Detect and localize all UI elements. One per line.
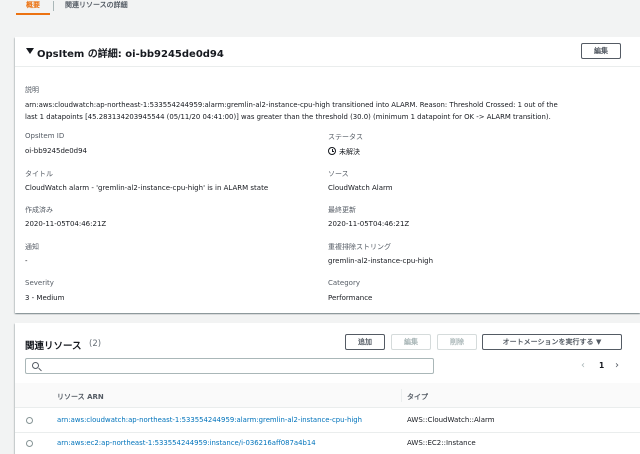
- search-input[interactable]: [44, 360, 429, 372]
- related-resources-count: (2): [89, 339, 102, 349]
- clock-icon: [328, 147, 336, 155]
- description-label: 説明: [25, 86, 39, 94]
- tab-related-resource-details[interactable]: 関連リソースの詳細: [65, 0, 128, 15]
- title-label: タイトル: [25, 170, 53, 178]
- dedup-string-label: 重複排除ストリング: [328, 243, 391, 251]
- table-row[interactable]: arn:aws:cloudwatch:ap-northeast-1:533554…: [15, 411, 640, 433]
- updated-label: 最終更新: [328, 206, 356, 214]
- delete-button: 削除: [437, 334, 477, 350]
- notification-value: -: [25, 257, 28, 265]
- details-title: OpsItem の詳細: oi-bb9245de0d94: [37, 49, 224, 60]
- search-icon: [32, 362, 39, 369]
- description-value: arn:aws:cloudwatch:ap-northeast-1:533554…: [25, 101, 558, 121]
- created-label: 作成済み: [25, 206, 53, 214]
- details-header: OpsItem の詳細: oi-bb9245de0d94 編集: [15, 37, 640, 67]
- notification-label: 通知: [25, 243, 39, 251]
- related-resources-panel: 関連リソース (2) 追加 編集 削除 オートメーションを実行する ▼ ‹ 1 …: [15, 323, 640, 454]
- edit-resource-button: 編集: [391, 334, 431, 350]
- caret-down-icon[interactable]: [26, 48, 34, 54]
- resource-arn-link[interactable]: arn:aws:cloudwatch:ap-northeast-1:533554…: [57, 416, 362, 424]
- tab-bar: 概要 関連リソースの詳細: [0, 0, 640, 15]
- source-value: CloudWatch Alarm: [328, 184, 393, 192]
- next-page-icon[interactable]: ›: [615, 361, 619, 371]
- resource-arn-link[interactable]: arn:aws:ec2:ap-northeast-1:533554244959:…: [57, 439, 316, 447]
- row-select-radio[interactable]: [26, 417, 33, 424]
- table-header: リソース ARN タイプ: [15, 383, 640, 408]
- row-select-radio[interactable]: [26, 440, 33, 447]
- tab-overview[interactable]: 概要: [16, 0, 50, 15]
- opsitem-details-panel: OpsItem の詳細: oi-bb9245de0d94 編集 説明 arn:a…: [15, 37, 640, 313]
- table-row[interactable]: arn:aws:ec2:ap-northeast-1:533554244959:…: [15, 434, 640, 454]
- run-automation-button[interactable]: オートメーションを実行する ▼: [482, 334, 622, 350]
- add-button[interactable]: 追加: [345, 334, 385, 350]
- resource-type: AWS::CloudWatch::Alarm: [407, 416, 495, 424]
- column-divider: [401, 389, 402, 402]
- category-label: Category: [328, 279, 360, 287]
- source-label: ソース: [328, 170, 349, 178]
- status-label: ステータス: [328, 133, 363, 141]
- dedup-string-value: gremlin-al2-instance-cpu-high: [328, 257, 434, 265]
- column-header-type[interactable]: タイプ: [407, 392, 428, 402]
- tab-divider: [53, 1, 54, 11]
- search-field[interactable]: [25, 358, 434, 374]
- category-value: Performance: [328, 294, 373, 302]
- previous-page-icon[interactable]: ‹: [581, 361, 585, 371]
- updated-value: 2020-11-05T04:46:21Z: [328, 220, 410, 228]
- severity-label: Severity: [25, 279, 54, 287]
- related-resources-title: 関連リソース: [25, 341, 82, 352]
- title-value: CloudWatch alarm - 'gremlin-al2-instance…: [25, 184, 269, 192]
- resource-type: AWS::EC2::Instance: [407, 439, 476, 447]
- status-value: 未解決: [339, 148, 360, 156]
- opsitem-id-label: OpsItem ID: [25, 132, 65, 140]
- opsitem-id-value: oi-bb9245de0d94: [25, 147, 88, 155]
- created-value: 2020-11-05T04:46:21Z: [25, 220, 107, 228]
- current-page[interactable]: 1: [599, 361, 604, 370]
- severity-value: 3 - Medium: [25, 294, 65, 302]
- edit-button[interactable]: 編集: [581, 43, 621, 59]
- column-header-arn[interactable]: リソース ARN: [57, 392, 104, 402]
